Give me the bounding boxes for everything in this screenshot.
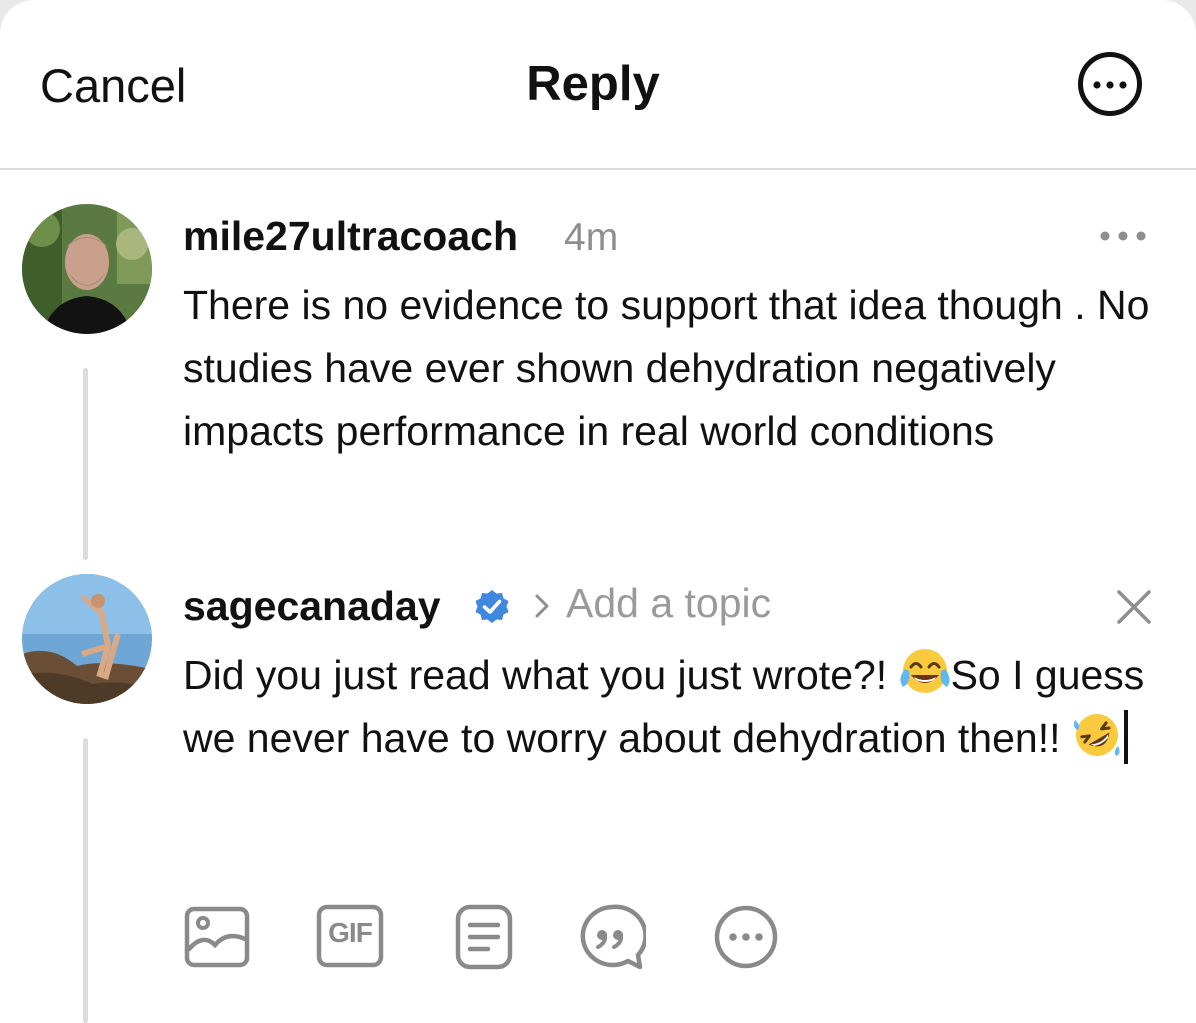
- parent-post-text: There is no evidence to support that ide…: [183, 282, 1150, 454]
- chevron-right-icon: [535, 594, 549, 618]
- page-title: Reply: [526, 57, 660, 111]
- avatar[interactable]: [22, 204, 152, 334]
- post-time: 4m: [564, 216, 619, 259]
- verified-badge-icon: [475, 590, 509, 623]
- poll-icon[interactable]: [450, 903, 518, 971]
- text-cursor: [1123, 710, 1128, 764]
- tears-of-joy-emoji-icon: [900, 649, 950, 693]
- rolling-laughing-emoji-icon: [1073, 714, 1120, 756]
- thread-line: [83, 368, 88, 560]
- reply-header: Cancel Reply: [0, 0, 1196, 170]
- more-icon[interactable]: [712, 903, 780, 971]
- close-icon[interactable]: [1115, 588, 1153, 626]
- reply-username[interactable]: sagecanaday: [183, 583, 441, 630]
- quote-icon[interactable]: [578, 903, 646, 971]
- post-more-icon[interactable]: [1099, 228, 1151, 244]
- reply-sheet: Cancel Reply mile27ultracoach 4m There i…: [0, 0, 1196, 1023]
- image-icon[interactable]: [183, 903, 251, 971]
- add-topic-input[interactable]: Add a topic: [566, 580, 771, 627]
- reply-text-part1: Did you just read what you just wrote?!: [183, 652, 899, 698]
- avatar[interactable]: [22, 574, 152, 704]
- parent-username[interactable]: mile27ultracoach: [183, 213, 518, 260]
- thread-line: [83, 738, 88, 1023]
- reply-text-input[interactable]: Did you just read what you just wrote?! …: [183, 644, 1173, 770]
- gif-label: GIF: [328, 917, 373, 948]
- more-options-icon[interactable]: [1077, 51, 1143, 117]
- gif-button[interactable]: GIF: [316, 903, 384, 971]
